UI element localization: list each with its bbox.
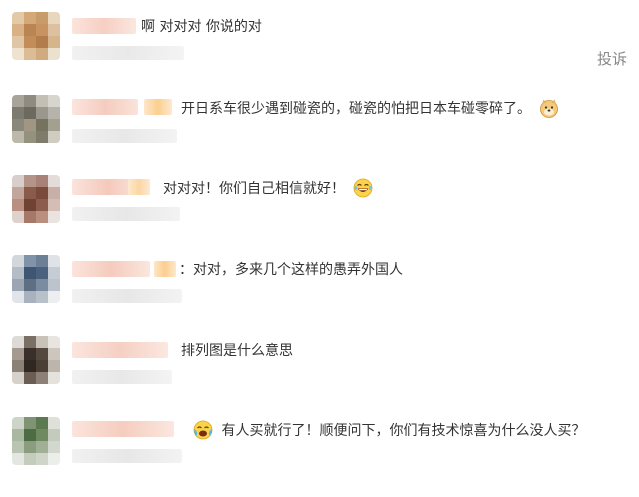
badge-redacted: [128, 179, 150, 195]
comment-text: ：对对，多来几个这样的愚弄外国人: [179, 262, 403, 278]
username-redacted[interactable]: [72, 421, 174, 437]
meta-redacted: [72, 46, 184, 60]
meta-redacted: [72, 289, 182, 303]
comment-item: 排列图是什么意思: [0, 336, 639, 416]
avatar[interactable]: [12, 12, 60, 60]
comment-item: 对对对！你们自己相信就好！: [0, 175, 639, 255]
meta-redacted: [72, 129, 177, 143]
laughing-icon: [354, 178, 373, 198]
comment-text: 对对对！你们自己相信就好！: [163, 178, 373, 199]
doge-icon: [540, 99, 559, 118]
crying-laughing-icon: [193, 420, 213, 440]
meta-redacted: [72, 370, 172, 384]
avatar[interactable]: [12, 175, 60, 223]
username-redacted[interactable]: [72, 342, 168, 358]
comment-item: 啊 对对对 你说的对: [0, 12, 639, 92]
comment-text: 啊 对对对 你说的对: [141, 19, 262, 35]
comment-text: 开日系车很少遇到碰瓷的，碰瓷的怕把日本车碰零碎了。: [181, 98, 559, 119]
comment-text: 排列图是什么意思: [181, 343, 293, 359]
badge-redacted: [144, 99, 172, 115]
meta-redacted: [72, 449, 182, 463]
comment-text-content: 有人买就行了！顺便问下，你们有技术惊喜为什么没人买？: [221, 423, 586, 439]
comment-text-content: 对对对！你们自己相信就好！: [163, 181, 345, 197]
username-redacted[interactable]: [72, 261, 150, 277]
comment-text: 有人买就行了！顺便问下，你们有技术惊喜为什么没人买？: [193, 420, 585, 441]
comment-item: 开日系车很少遇到碰瓷的，碰瓷的怕把日本车碰零碎了。: [0, 95, 639, 175]
avatar[interactable]: [12, 255, 60, 303]
username-redacted[interactable]: [72, 18, 136, 34]
username-redacted[interactable]: [72, 99, 138, 115]
avatar[interactable]: [12, 336, 60, 384]
comment-item: ：对对，多来几个这样的愚弄外国人: [0, 255, 639, 335]
avatar[interactable]: [12, 95, 60, 143]
comment-text-content: 开日系车很少遇到碰瓷的，碰瓷的怕把日本车碰零碎了。: [181, 101, 531, 117]
avatar[interactable]: [12, 417, 60, 465]
comment-item: 有人买就行了！顺便问下，你们有技术惊喜为什么没人买？: [0, 417, 639, 497]
badge-redacted: [154, 261, 176, 277]
meta-redacted: [72, 207, 180, 221]
